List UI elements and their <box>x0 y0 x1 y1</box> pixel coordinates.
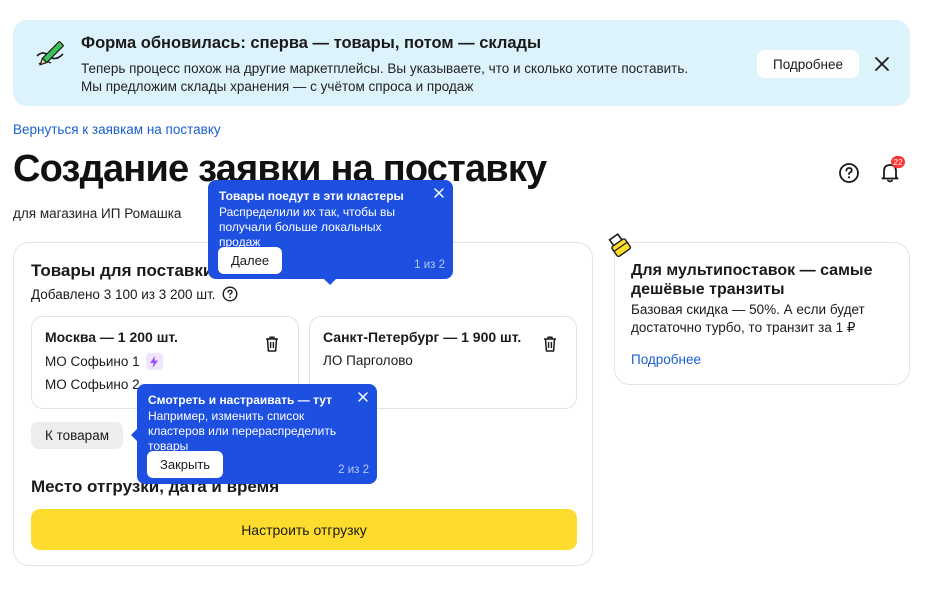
promo-text: Базовая скидка — 50%. А если будет доста… <box>631 302 865 335</box>
banner-more-button[interactable]: Подробнее <box>757 50 859 78</box>
close-icon[interactable] <box>357 391 369 403</box>
banner-text-line: Мы предложим склады хранения — с учётом … <box>81 79 474 94</box>
tooltip-arrow <box>324 279 336 285</box>
cluster-title: Санкт-Петербург — 1 900 шт. <box>323 329 522 345</box>
banner-text-line: Теперь процесс похож на другие маркетпле… <box>81 61 689 76</box>
promo-title: Для мультипоставок — самые дешёвые транз… <box>631 262 873 298</box>
close-icon[interactable] <box>871 53 893 75</box>
store-subtitle: для магазина ИП Ромашка <box>13 206 182 221</box>
trash-icon[interactable] <box>264 335 280 353</box>
goods-added-text: Добавлено 3 100 из 3 200 шт. <box>31 286 216 302</box>
warehouse-line: ЛО Парголово <box>323 353 413 368</box>
tooltip-counter: 2 из 2 <box>338 464 369 476</box>
warehouse-name: МО Софьино 1 <box>45 354 140 369</box>
binder-clip-icon <box>608 233 632 258</box>
warehouse-line: МО Софьино 2 <box>45 377 140 392</box>
tooltip-close-button[interactable]: Закрыть <box>147 451 224 478</box>
goods-added: Добавлено 3 100 из 3 200 шт. <box>31 286 238 302</box>
help-icon[interactable] <box>838 162 860 184</box>
banner-title: Форма обновилась: сперва — товары, потом… <box>81 34 542 52</box>
tooltip-counter: 1 из 2 <box>414 259 445 271</box>
warehouse-name: МО Софьино 2 <box>45 377 140 392</box>
tooltip-next-button[interactable]: Далее <box>218 247 283 274</box>
tooltip-arrow <box>131 429 137 441</box>
back-to-requests-link[interactable]: Вернуться к заявкам на поставку <box>13 122 221 137</box>
warehouse-line: МО Софьино 1 <box>45 353 163 370</box>
configure-shipment-button[interactable]: Настроить отгрузку <box>31 509 577 550</box>
pen-writing-icon <box>36 41 64 66</box>
promo-more-link[interactable]: Подробнее <box>631 352 701 367</box>
lightning-icon <box>145 353 163 370</box>
info-banner: Форма обновилась: сперва — товары, потом… <box>13 20 910 106</box>
to-goods-button[interactable]: К товарам <box>31 422 123 449</box>
tooltip-text: Распределили их так, чтобы вы получали б… <box>219 205 395 249</box>
cluster-title: Москва — 1 200 шт. <box>45 329 178 345</box>
warehouse-name: ЛО Парголово <box>323 353 413 368</box>
notification-badge: 22 <box>891 156 905 168</box>
goods-title: Товары для поставки <box>31 261 214 280</box>
help-icon[interactable] <box>222 286 238 302</box>
trash-icon[interactable] <box>542 335 558 353</box>
close-icon[interactable] <box>433 187 445 199</box>
tooltip-title: Товары поедут в эти кластеры <box>219 189 404 203</box>
tooltip-text: Например, изменить список кластеров или … <box>148 409 337 453</box>
tooltip-title: Смотреть и настраивать — тут <box>148 393 332 407</box>
promo-card: Для мультипоставок — самые дешёвые транз… <box>614 242 910 385</box>
onboarding-tooltip-1: Товары поедут в эти кластеры Распределил… <box>208 180 453 285</box>
banner-text: Теперь процесс похож на другие маркетпле… <box>81 60 741 96</box>
onboarding-tooltip-2: Смотреть и настраивать — тут Например, и… <box>131 384 377 484</box>
